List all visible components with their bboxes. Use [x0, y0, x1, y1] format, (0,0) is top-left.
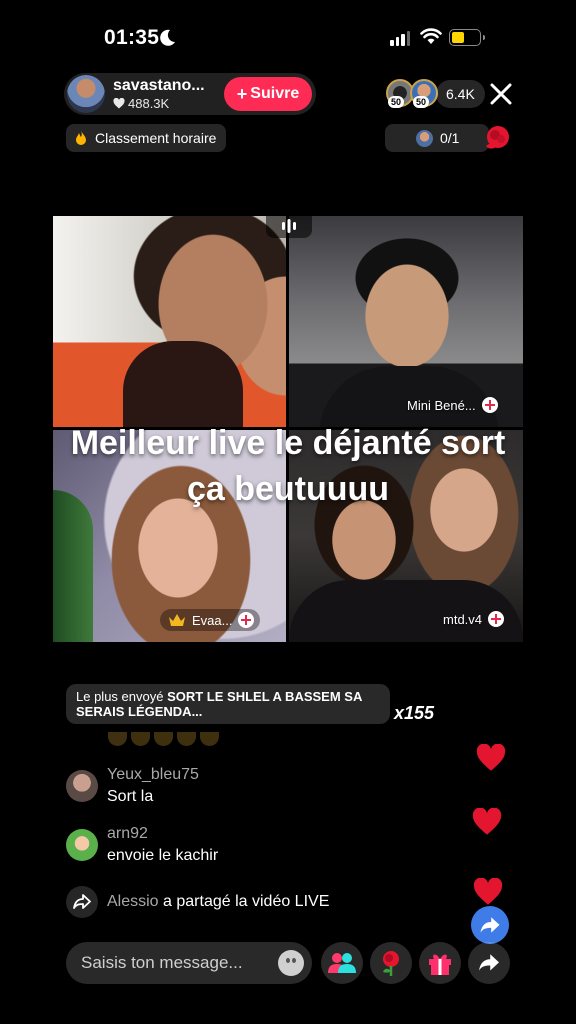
rose-gift-button[interactable]: [370, 942, 412, 984]
signal-icon: [390, 31, 410, 46]
share-button-floating[interactable]: [471, 906, 509, 944]
guest-video-host[interactable]: [53, 216, 286, 427]
guest-label-3[interactable]: Evaa...: [160, 609, 261, 631]
viewer-level-badge: 50: [413, 96, 430, 108]
share-button[interactable]: [468, 942, 510, 984]
comment-avatar[interactable]: [66, 770, 98, 802]
hourly-ranking[interactable]: Classement horaire: [66, 124, 227, 152]
host-info[interactable]: savastano... 488.3K + Suivre: [64, 73, 316, 115]
match-score: 0/1: [440, 130, 460, 146]
comment-user[interactable]: Yeux_bleu75: [107, 766, 199, 784]
gift-button[interactable]: [419, 942, 461, 984]
message-input[interactable]: [81, 953, 271, 973]
video-caption: Meilleur live le déjanté sort ça beutuuu…: [70, 424, 506, 508]
ranking-label: Classement horaire: [95, 130, 217, 146]
heart-icon: [473, 878, 503, 905]
comment-user[interactable]: arn92: [107, 825, 148, 843]
share-event-text: Alessio a partagé la vidéo LIVE: [107, 893, 329, 911]
plus-icon: +: [236, 83, 248, 104]
heart-icon: [113, 98, 125, 109]
share-event-message: a partagé la vidéo LIVE: [163, 893, 330, 910]
share-event-user[interactable]: Alessio: [107, 893, 159, 910]
moon-icon: [160, 29, 175, 46]
message-field[interactable]: [66, 942, 312, 984]
host-likes-count: 488.3K: [128, 96, 170, 111]
faded-emoji-row: [108, 732, 219, 746]
top-viewers[interactable]: 50 50: [386, 79, 442, 109]
rose-icon[interactable]: [482, 124, 514, 154]
follow-button[interactable]: + Suivre: [224, 77, 312, 111]
gift-icon: [429, 954, 451, 975]
emoji-icon[interactable]: [278, 950, 304, 976]
add-guest-icon[interactable]: [238, 612, 255, 628]
follow-label: Suivre: [250, 85, 300, 102]
guest-name: mtd.v4: [443, 611, 483, 627]
crown-icon: [169, 614, 185, 626]
comment-text: envoie le kachir: [107, 847, 219, 864]
viewer-count[interactable]: 6.4K: [436, 80, 485, 108]
host-avatar[interactable]: [67, 75, 105, 113]
audio-icon: [266, 214, 312, 238]
match-progress[interactable]: 0/1: [385, 124, 489, 152]
guests-icon: [328, 953, 356, 973]
viewer-level-badge: 50: [388, 96, 405, 108]
top-gift-prefix: Le plus envoyé: [76, 689, 164, 704]
comment-text: Sort la: [107, 788, 154, 805]
battery-icon: [449, 29, 485, 46]
share-icon: [66, 886, 98, 918]
add-guest-icon[interactable]: [481, 397, 498, 413]
share-icon: [480, 916, 500, 933]
top-gift-count: x155: [394, 703, 435, 723]
wifi-icon: [420, 28, 442, 44]
guest-video-2[interactable]: [289, 216, 523, 427]
guests-button[interactable]: [321, 942, 363, 984]
status-time: 01:35: [104, 26, 160, 49]
host-name: savastano...: [113, 77, 205, 94]
guest-label-4[interactable]: mtd.v4: [443, 611, 505, 627]
rose-icon: [383, 951, 399, 976]
top-gift-banner[interactable]: Le plus envoyé SORT LE SHLEL A BASSEM SA…: [66, 684, 390, 724]
heart-icon: [476, 744, 506, 771]
guest-label-2[interactable]: Mini Bené...: [407, 397, 498, 413]
fire-icon: [76, 130, 86, 145]
comment-avatar[interactable]: [66, 829, 98, 861]
host-likes: 488.3K: [113, 96, 169, 111]
close-icon[interactable]: [485, 78, 517, 110]
guest-name: Evaa...: [192, 612, 233, 628]
heart-icon: [472, 808, 502, 835]
share-event[interactable]: Alessio a partagé la vidéo LIVE: [66, 886, 329, 918]
guest-name: Mini Bené...: [407, 397, 476, 413]
share-icon: [479, 954, 499, 971]
match-avatar: [416, 130, 433, 147]
add-guest-icon[interactable]: [488, 611, 505, 627]
